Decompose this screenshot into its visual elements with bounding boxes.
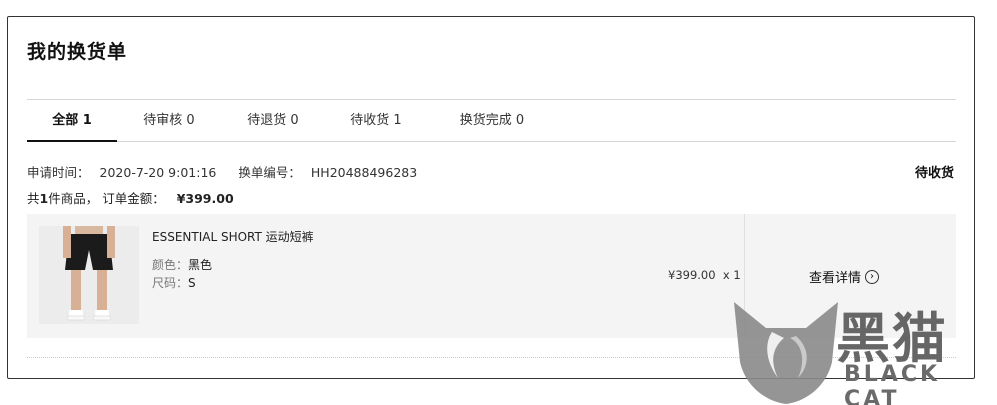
order-summary: 共1件商品， 订单金额： ¥399.00 (27, 188, 234, 207)
item-count: 1 (39, 191, 49, 206)
tab-pending-return[interactable]: 待退货 0 (231, 100, 315, 142)
order-meta: 申请时间： 2020-7-20 9:01:16 换单编号： HH20488496283 (27, 162, 427, 181)
order-number-label: 换单编号： (238, 165, 301, 180)
page-title: 我的换货单 (27, 41, 128, 63)
black-cat-watermark: 黑猫 BLACK CAT (726, 292, 997, 405)
color-value: 黑色 (188, 258, 213, 272)
chevron-right-icon: › (865, 269, 880, 284)
tab-pending-receipt[interactable]: 待收货 1 (334, 100, 418, 142)
product-name[interactable]: ESSENTIAL SHORT 运动短裤 (152, 228, 314, 245)
summary-middle: 件商品， 订单金额： (48, 191, 165, 206)
apply-time-label: 申请时间： (27, 165, 90, 180)
active-tab-indicator (27, 140, 117, 142)
order-status: 待收货 (914, 166, 954, 181)
order-number: HH20488496283 (310, 165, 418, 180)
size-label: 尺码： (152, 276, 189, 290)
watermark-en-text: BLACK CAT (844, 362, 941, 405)
tab-all[interactable]: 全部 1 (27, 100, 117, 142)
tab-exchange-complete[interactable]: 换货完成 0 (442, 100, 542, 142)
size-value: S (188, 276, 196, 290)
color-label: 颜色： (152, 258, 189, 272)
product-size: 尺码：S (152, 274, 196, 291)
view-details-label: 查看详情 (809, 271, 862, 286)
tab-bar: 全部 1 待审核 0 待退货 0 待收货 1 换货完成 0 (27, 100, 956, 142)
price-quantity: ¥399.00 x 1 (668, 268, 741, 282)
apply-time: 2020-7-20 9:01:16 (99, 165, 217, 180)
order-amount: ¥399.00 (176, 191, 234, 206)
view-details-button[interactable]: 查看详情 › (809, 267, 880, 286)
product-image[interactable] (39, 226, 139, 324)
product-color: 颜色：黑色 (152, 256, 212, 273)
tab-pending-review[interactable]: 待审核 0 (127, 100, 211, 142)
summary-prefix: 共 (27, 191, 40, 206)
cat-logo-icon (734, 302, 838, 404)
